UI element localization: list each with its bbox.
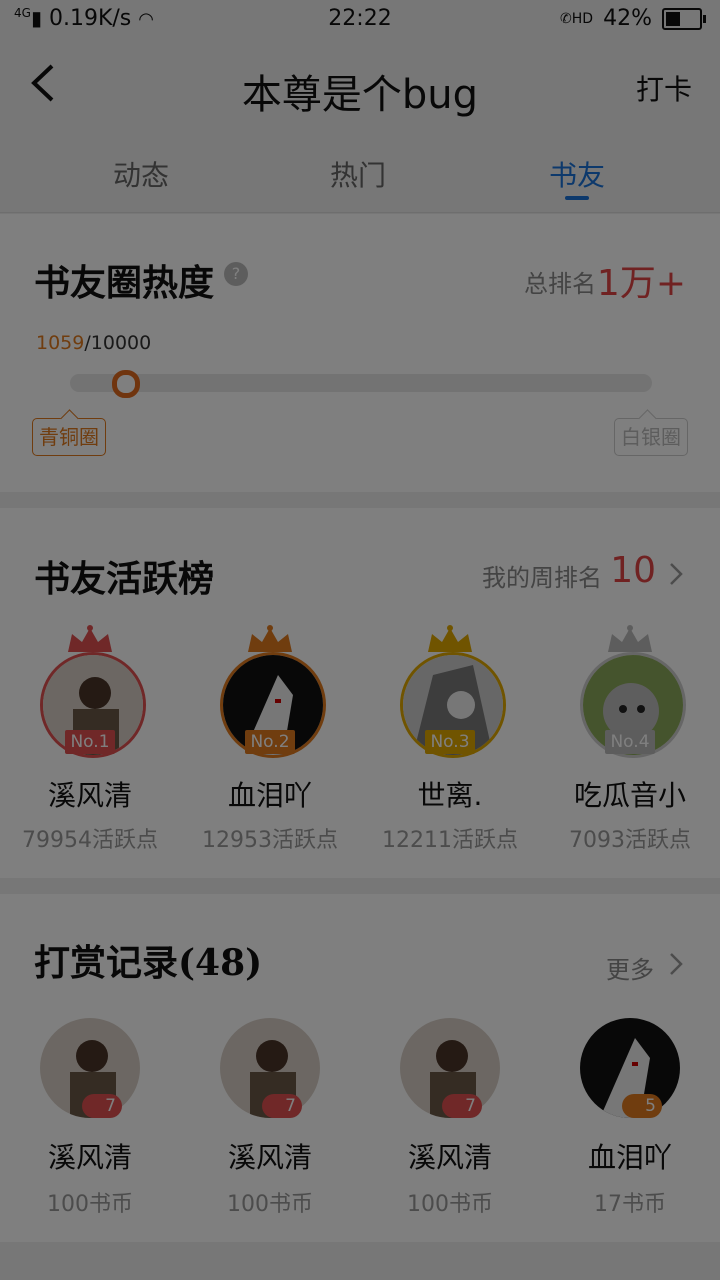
reward-item[interactable]: 7 溪风清 100书币 <box>180 1014 360 1234</box>
weekly-rank-label[interactable]: 我的周排名 <box>482 558 602 593</box>
tab-active-indicator <box>565 196 589 200</box>
reward-user-name: 溪风清 <box>407 1141 492 1174</box>
chevron-right-icon[interactable] <box>662 560 690 588</box>
rank-badge: No.3 <box>425 730 475 754</box>
gift-level-badge: 7 <box>262 1094 302 1118</box>
rank-user-points: 12211活跃点 <box>382 828 518 853</box>
rank-user-points: 79954活跃点 <box>22 828 158 853</box>
activity-title: 书友活跃榜 <box>34 558 215 600</box>
rank-badge: No.1 <box>65 730 115 754</box>
rank-item[interactable]: No.1 溪风清 79954活跃点 <box>0 624 180 864</box>
level-bronze-tag: 青铜圈 <box>32 418 106 456</box>
tab-dynamic[interactable]: 动态 <box>113 154 169 194</box>
heat-card: 书友圈热度 ? 总排名 1万+ 1059/10000 青铜圈 白银圈 <box>0 214 720 492</box>
reward-item[interactable]: 7 溪风清 100书币 <box>0 1014 180 1234</box>
activity-rank-list: No.1 溪风清 79954活跃点 No.2 血泪吖 12953活跃点 No.3… <box>0 624 720 864</box>
rank-badge: No.4 <box>605 730 655 754</box>
chevron-right-icon[interactable] <box>662 950 690 978</box>
reward-card: 打赏记录(48) 更多 7 溪风清 100书币 7 溪风清 100书币 7 溪风… <box>0 894 720 1242</box>
total-rank-value: 1万+ <box>596 263 686 304</box>
heat-progress-text: 1059/10000 <box>36 332 151 354</box>
reward-amount: 100书币 <box>227 1192 313 1217</box>
gift-level-badge: 5 <box>622 1094 662 1118</box>
rank-user-name: 血泪吖 <box>227 779 312 812</box>
total-rank-label: 总排名 <box>524 270 596 298</box>
heat-progress-track <box>70 374 652 392</box>
reward-item[interactable]: 7 溪风清 100书币 <box>360 1014 540 1234</box>
reward-list: 7 溪风清 100书币 7 溪风清 100书币 7 溪风清 100书币 5 血泪… <box>0 1014 720 1234</box>
heat-title: 书友圈热度 <box>34 262 215 304</box>
activity-card: 书友活跃榜 我的周排名 10 No.1 溪风清 79954活跃点 No.2 血泪… <box>0 508 720 878</box>
rank-item[interactable]: No.3 世离. 12211活跃点 <box>360 624 540 864</box>
reward-amount: 17书币 <box>594 1192 666 1217</box>
call-hd-icon: ✆HD <box>560 10 594 27</box>
reward-amount: 100书币 <box>407 1192 493 1217</box>
rank-item[interactable]: No.4 吃瓜音小 7093活跃点 <box>540 624 720 864</box>
tab-bar: 动态 热门 书友 <box>0 140 720 213</box>
rank-user-points: 7093活跃点 <box>569 828 691 853</box>
rank-badge: No.2 <box>245 730 295 754</box>
tab-friends[interactable]: 书友 <box>549 154 605 194</box>
battery-icon <box>662 7 706 30</box>
rank-user-name: 世离. <box>417 779 483 812</box>
gift-level-badge: 7 <box>82 1094 122 1118</box>
rank-user-name: 吃瓜音小 <box>573 779 686 812</box>
checkin-button[interactable]: 打卡 <box>636 68 692 108</box>
help-icon[interactable]: ? <box>224 262 248 286</box>
rank-item[interactable]: No.2 血泪吖 12953活跃点 <box>180 624 360 864</box>
rank-user-name: 溪风清 <box>47 779 132 812</box>
battery-area: ✆HD 42% <box>560 6 706 31</box>
rank-user-points: 12953活跃点 <box>202 828 338 853</box>
gift-level-badge: 7 <box>442 1094 482 1118</box>
reward-user-name: 血泪吖 <box>587 1141 672 1174</box>
heat-progress-total: /10000 <box>84 332 152 354</box>
page-title: 本尊是个bug <box>241 72 479 118</box>
reward-item[interactable]: 5 血泪吖 17书币 <box>540 1014 720 1234</box>
header: 本尊是个bug 打卡 <box>0 40 720 130</box>
reward-amount: 100书币 <box>47 1192 133 1217</box>
heat-progress-knob <box>112 370 140 398</box>
tab-hot[interactable]: 热门 <box>330 154 386 194</box>
screen: 4G▮ 0.19K/s ◠ 22:22 ✆HD 42% 本尊是个bug 打卡 动… <box>0 0 720 1280</box>
call-hd-label: HD <box>571 10 594 27</box>
reward-user-name: 溪风清 <box>227 1141 312 1174</box>
weekly-rank-value[interactable]: 10 <box>610 550 656 591</box>
heat-progress-current: 1059 <box>36 332 85 354</box>
more-link[interactable]: 更多 <box>606 950 654 985</box>
reward-title: 打赏记录(48) <box>34 942 263 984</box>
level-silver-tag: 白银圈 <box>614 418 688 456</box>
battery-percent: 42% <box>603 6 652 31</box>
reward-user-name: 溪风清 <box>47 1141 132 1174</box>
status-bar: 4G▮ 0.19K/s ◠ 22:22 ✆HD 42% <box>0 0 720 40</box>
